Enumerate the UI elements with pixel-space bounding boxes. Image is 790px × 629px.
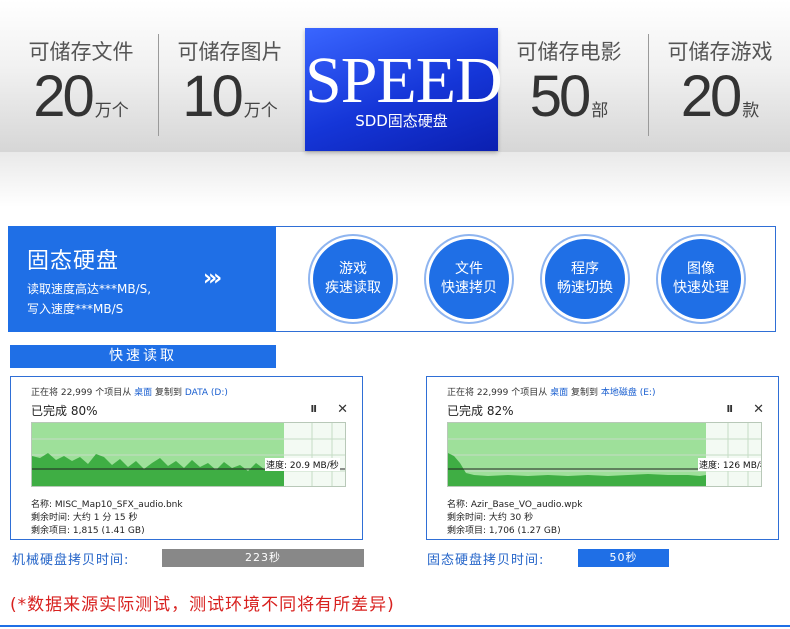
stat-unit: 万个	[243, 101, 278, 121]
section-tag: 快速读取	[10, 345, 276, 368]
source-link[interactable]: 桌面	[550, 388, 568, 398]
speed-graph-svg	[448, 423, 761, 486]
speed-subtitle: SDD固态硬盘	[355, 112, 448, 130]
bottom-rule	[0, 625, 790, 627]
speed-title: SPEED	[305, 44, 503, 117]
stat-label: 可储存电影	[516, 40, 622, 64]
destination-link[interactable]: 本地磁盘 (E:)	[601, 388, 656, 398]
items-remaining: 剩余项目: 1,706 (1.27 GB)	[447, 526, 561, 536]
feature-circle-games: 游戏 疾速读取	[313, 239, 393, 319]
feature-circle-images: 图像 快速处理	[661, 239, 741, 319]
hdd-time-value: 223秒	[162, 549, 364, 567]
stat-label: 可储存图片	[177, 40, 283, 64]
header-mid: 复制到	[570, 388, 598, 398]
circle-line2: 畅速切换	[557, 280, 613, 296]
ssd-time-label: 固态硬盘拷贝时间:	[427, 553, 545, 568]
chevrons-right-icon: ›››	[203, 266, 222, 291]
stat-games: 可储存游戏 20 款	[645, 36, 790, 128]
close-icon[interactable]: ✕	[753, 402, 764, 417]
copy-dialog-ssd: 正在将 22,999 个项目从 桌面 复制到 本地磁盘 (E:) 已完成 82%…	[426, 376, 779, 540]
stat-number: 20	[33, 64, 94, 129]
dialog-header: 正在将 22,999 个项目从 桌面 复制到 本地磁盘 (E:)	[447, 385, 655, 398]
speed-banner: SPEED SDD固态硬盘	[305, 28, 503, 151]
close-icon[interactable]: ✕	[337, 402, 348, 417]
speed-graph: 速度: 20.9 MB/秒	[31, 422, 346, 487]
stat-label: 可储存文件	[28, 40, 134, 64]
stat-images: 可储存图片 10 万个	[155, 36, 305, 128]
file-name: 名称: Azir_Base_VO_audio.wpk	[447, 500, 583, 510]
feature-circle-files: 文件 快速拷贝	[429, 239, 509, 319]
circle-line1: 程序	[571, 261, 599, 277]
dialog-header: 正在将 22,999 个项目从 桌面 复制到 DATA (D:)	[31, 385, 228, 398]
stat-unit: 万个	[94, 101, 129, 121]
circle-line1: 游戏	[339, 261, 367, 277]
file-name: 名称: MISC_Map10_SFX_audio.bnk	[31, 500, 183, 510]
header-mid: 复制到	[154, 388, 182, 398]
destination-link[interactable]: DATA (D:)	[185, 388, 228, 398]
stat-number: 50	[529, 64, 591, 129]
speed-readout: 速度: 20.9 MB/秒	[265, 458, 340, 471]
stat-number: 10	[182, 64, 243, 129]
circle-line1: 文件	[455, 261, 483, 277]
progress-percent: 已完成 80%	[31, 404, 98, 418]
time-remaining: 剩余时间: 大约 30 秒	[447, 513, 534, 523]
header-prefix: 正在将 22,999 个项目从	[31, 388, 132, 398]
circle-line2: 快速拷贝	[441, 280, 497, 296]
progress-percent: 已完成 82%	[447, 404, 514, 418]
header-shadow	[0, 152, 790, 207]
stat-label: 可储存游戏	[667, 40, 773, 64]
speed-readout: 速度: 126 MB/秒	[698, 458, 761, 471]
stat-files: 可储存文件 20 万个	[6, 36, 156, 128]
stat-movies: 可储存电影 50 部	[494, 36, 644, 128]
feature-read-speed: 读取速度高达***MB/S,	[27, 282, 152, 296]
header-prefix: 正在将 22,999 个项目从	[447, 388, 548, 398]
source-link[interactable]: 桌面	[134, 388, 152, 398]
stat-number: 20	[680, 64, 742, 129]
pause-icon[interactable]: II	[727, 404, 734, 415]
pause-icon[interactable]: II	[311, 404, 318, 415]
stat-unit: 款	[742, 101, 760, 121]
disclaimer-note: (*数据来源实际测试，测试环境不同将有所差异)	[10, 595, 395, 615]
speed-graph: 速度: 126 MB/秒	[447, 422, 762, 487]
feature-panel: 固态硬盘 读取速度高达***MB/S, 写入速度***MB/S ›››	[8, 226, 276, 332]
ssd-time-value: 50秒	[578, 549, 669, 567]
feature-title: 固态硬盘	[27, 249, 120, 274]
circle-line1: 图像	[687, 261, 715, 277]
circle-line2: 快速处理	[673, 280, 729, 296]
copy-dialog-hdd: 正在将 22,999 个项目从 桌面 复制到 DATA (D:) 已完成 80%…	[10, 376, 363, 540]
stat-unit: 部	[591, 101, 609, 121]
feature-circle-programs: 程序 畅速切换	[545, 239, 625, 319]
feature-write-speed: 写入速度***MB/S	[27, 302, 124, 316]
time-remaining: 剩余时间: 大约 1 分 15 秒	[31, 513, 138, 523]
circle-line2: 疾速读取	[325, 280, 381, 296]
items-remaining: 剩余项目: 1,815 (1.41 GB)	[31, 526, 145, 536]
hdd-time-label: 机械硬盘拷贝时间:	[12, 553, 130, 568]
speed-graph-svg	[32, 423, 345, 486]
